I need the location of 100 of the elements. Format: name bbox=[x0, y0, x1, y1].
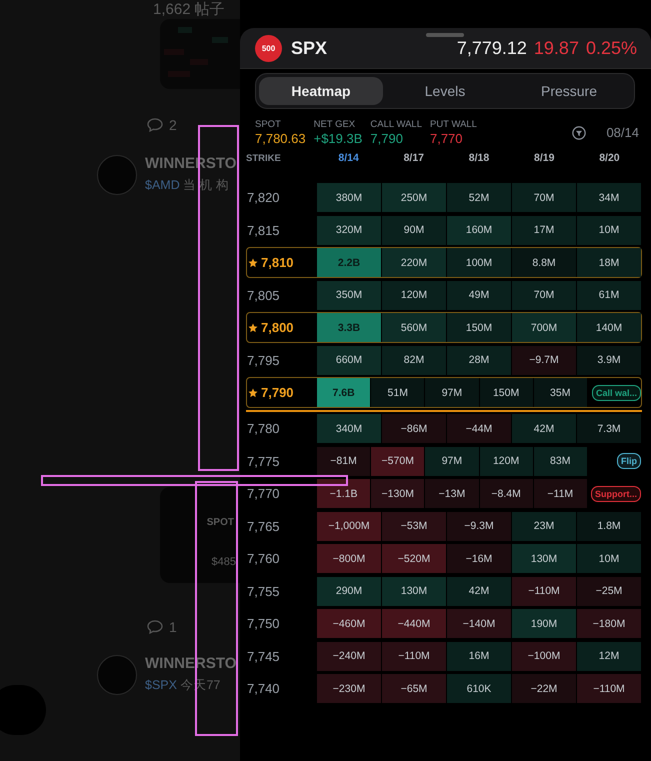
stat-label: NET GEX bbox=[314, 119, 356, 130]
heatmap-cell: −180M bbox=[577, 609, 641, 638]
heatmap-cell: 100M bbox=[447, 248, 511, 277]
heatmap-cell: 1.8M bbox=[577, 512, 641, 540]
stat-label: CALL WALL bbox=[370, 119, 422, 130]
strike-price: 7,780 bbox=[247, 421, 280, 436]
comment-count: 2 bbox=[169, 117, 177, 133]
heatmap-cell: 34M bbox=[577, 183, 641, 212]
heatmap-cell: −44M bbox=[447, 414, 511, 443]
heatmap-cell: 380M bbox=[317, 183, 381, 212]
heatmap-cell: 290M bbox=[317, 576, 381, 606]
heatmap-cell: −86M bbox=[382, 414, 446, 443]
heatmap-cell: 700M bbox=[512, 313, 576, 342]
percent-change: 0.25% bbox=[586, 38, 637, 58]
heatmap-cell: 8.8M bbox=[512, 248, 576, 277]
post-text: $AMD 当机构 bbox=[145, 177, 234, 194]
strike-price: 7,795 bbox=[247, 352, 280, 368]
heatmap-cell: 660M bbox=[317, 346, 381, 374]
avatar bbox=[97, 155, 137, 195]
strike-price: 7,800 bbox=[261, 320, 294, 335]
stat-label: PUT WALL bbox=[430, 119, 477, 130]
star-icon bbox=[248, 258, 258, 268]
heatmap-cell: −130M bbox=[371, 479, 424, 508]
column-header[interactable]: 8/17 bbox=[381, 152, 446, 164]
column-header[interactable]: 8/14 bbox=[316, 152, 382, 164]
heatmap-cell: −460M bbox=[317, 609, 381, 638]
heatmap-cell: 3.9M bbox=[577, 346, 641, 374]
heatmap-cell: 61M bbox=[577, 280, 641, 310]
column-header[interactable]: 8/19 bbox=[512, 152, 577, 164]
filter-icon[interactable] bbox=[572, 126, 586, 140]
heatmap-cell: −110M bbox=[512, 576, 576, 606]
comment-icon[interactable] bbox=[147, 620, 163, 634]
heatmap-cell: 51M bbox=[371, 378, 424, 407]
star-icon bbox=[248, 388, 258, 398]
heatmap-cell: 7.6B bbox=[317, 378, 370, 407]
stat-value: +$19.3B bbox=[314, 131, 362, 146]
heatmap-cell: 150M bbox=[447, 313, 511, 342]
heatmap-cell: 52M bbox=[447, 183, 511, 212]
heatmap-cell: 23M bbox=[512, 512, 576, 540]
heatmap-cell: 16M bbox=[447, 642, 511, 670]
heatmap-cell: −11M bbox=[534, 479, 587, 508]
stat-value: 7,780.63 bbox=[255, 131, 306, 146]
stat-value: 7,790 bbox=[370, 131, 404, 146]
strike-price: 7,755 bbox=[247, 584, 280, 598]
strike-price: 7,815 bbox=[247, 222, 280, 238]
heatmap-cell: 350M bbox=[317, 280, 381, 310]
heatmap-cell: −230M bbox=[317, 674, 381, 703]
strike-price: 7,805 bbox=[247, 288, 280, 302]
tab[interactable]: Levels bbox=[383, 77, 507, 105]
heatmap-cell: 3.3B bbox=[317, 313, 381, 342]
level-tag: Call wal... bbox=[592, 384, 642, 400]
heatmap-cell: −1,000M bbox=[317, 512, 381, 540]
heatmap-cell: 130M bbox=[382, 576, 446, 606]
heatmap-cell: −240M bbox=[317, 642, 381, 670]
level-tag: Support... bbox=[591, 486, 642, 502]
heatmap-cell: −13M bbox=[425, 479, 479, 508]
heatmap-cell: −16M bbox=[447, 544, 511, 573]
heatmap-cell: 250M bbox=[382, 183, 446, 212]
heatmap-cell: 560M bbox=[382, 313, 446, 342]
star-icon bbox=[248, 322, 258, 332]
heatmap-cell: −140M bbox=[447, 609, 511, 638]
column-header[interactable]: 8/20 bbox=[576, 152, 642, 164]
strike-price: 7,770 bbox=[247, 486, 280, 501]
heatmap-cell: −800M bbox=[317, 544, 381, 573]
tab[interactable]: Pressure bbox=[507, 77, 631, 105]
strike-price: 7,820 bbox=[247, 190, 280, 205]
date-label: 08/14 bbox=[606, 125, 639, 140]
heatmap-cell: 17M bbox=[512, 216, 576, 244]
tab[interactable]: Heatmap bbox=[259, 77, 383, 105]
heatmap-cell: 70M bbox=[512, 183, 576, 212]
heatmap-cell: −9.7M bbox=[512, 346, 576, 374]
strike-price: 7,790 bbox=[261, 385, 294, 400]
heatmap-cell: 220M bbox=[382, 248, 446, 277]
heatmap-cell: 18M bbox=[577, 248, 641, 277]
heatmap-cell: −520M bbox=[382, 544, 446, 573]
post-count: 1,662 帖子 bbox=[153, 0, 226, 19]
heatmap-cell: −9.3M bbox=[447, 512, 511, 540]
heatmap-cell: 2.2B bbox=[317, 248, 381, 277]
heatmap-cell: −22M bbox=[512, 674, 576, 703]
column-header: SPOT bbox=[206, 517, 235, 528]
heatmap-cell: 320M bbox=[317, 216, 381, 244]
table-cell-text: $485 bbox=[212, 556, 237, 568]
heatmap-cell: 130M bbox=[512, 544, 576, 573]
heatmap-cell: 97M bbox=[425, 446, 479, 476]
heatmap-cell: −110M bbox=[382, 642, 446, 670]
stat-label: SPOT bbox=[255, 119, 282, 130]
heatmap-cell: −65M bbox=[382, 674, 446, 703]
heatmap-cell: 42M bbox=[447, 576, 511, 606]
drag-handle[interactable] bbox=[426, 33, 464, 37]
strike-price: 7,750 bbox=[247, 616, 280, 631]
heatmap-cell: 97M bbox=[425, 378, 479, 407]
heatmap-cell: 12M bbox=[577, 642, 641, 670]
heatmap-cell: 150M bbox=[480, 378, 533, 407]
heatmap-cell: 10M bbox=[577, 544, 641, 573]
strike-price: 7,810 bbox=[261, 255, 294, 270]
comment-icon[interactable] bbox=[147, 118, 163, 132]
column-header[interactable]: 8/18 bbox=[446, 152, 512, 164]
heatmap-cell: 190M bbox=[512, 609, 576, 638]
heatmap-cell: 70M bbox=[512, 280, 576, 310]
column-header: STRIKE bbox=[246, 152, 282, 164]
